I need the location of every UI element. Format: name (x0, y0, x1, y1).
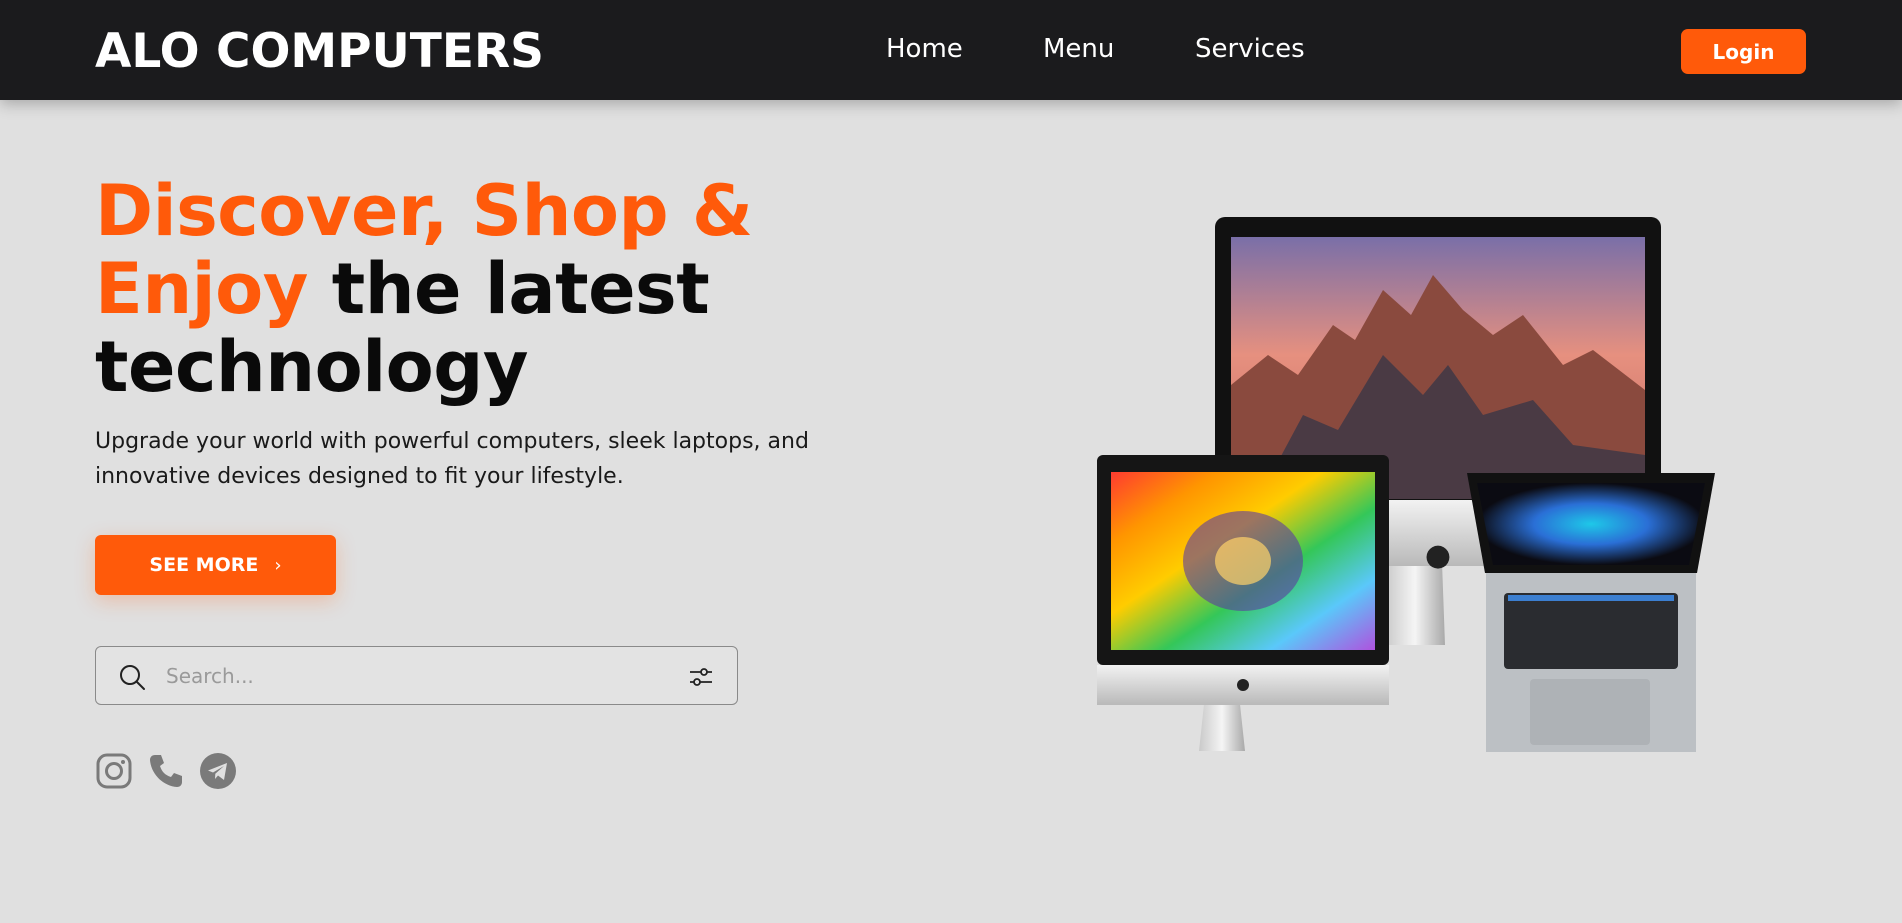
see-more-button[interactable]: SEE MORE › (95, 535, 336, 595)
filter-sliders-icon[interactable] (688, 664, 714, 690)
headline-accent-word: Enjoy (95, 248, 308, 330)
hero-subtext: Upgrade your world with powerful compute… (95, 429, 809, 489)
search-bar (95, 646, 738, 705)
social-links (95, 752, 237, 790)
telegram-icon[interactable] (199, 752, 237, 790)
site-header: ALO COMPUTERS Home Menu Services Login (0, 0, 1902, 100)
chevron-right-icon: › (274, 554, 282, 576)
svg-text:●: ● (1425, 538, 1451, 573)
headline-rest-1: the latest (331, 248, 710, 330)
nav-home[interactable]: Home (886, 34, 963, 64)
macbook-keyboard (1504, 593, 1678, 669)
macbook-wallpaper (1477, 483, 1705, 565)
headline-rest-2: technology (95, 326, 529, 408)
headline-accent-line-1: Discover, Shop & (95, 170, 753, 252)
see-more-label: SEE MORE (149, 554, 259, 576)
search-icon[interactable] (118, 663, 146, 691)
nav-menu[interactable]: Menu (1043, 34, 1114, 64)
brand-logo[interactable]: ALO COMPUTERS (95, 24, 544, 79)
search-input[interactable] (166, 659, 646, 693)
login-button[interactable]: Login (1681, 29, 1806, 74)
nav-services[interactable]: Services (1195, 34, 1305, 64)
phone-icon[interactable] (147, 752, 185, 790)
hero-headline: Discover, Shop & Enjoy the latest techno… (95, 172, 855, 406)
hero-devices-image: ● (1097, 217, 1715, 752)
instagram-icon[interactable] (95, 752, 133, 790)
macbook-trackpad (1530, 679, 1650, 745)
